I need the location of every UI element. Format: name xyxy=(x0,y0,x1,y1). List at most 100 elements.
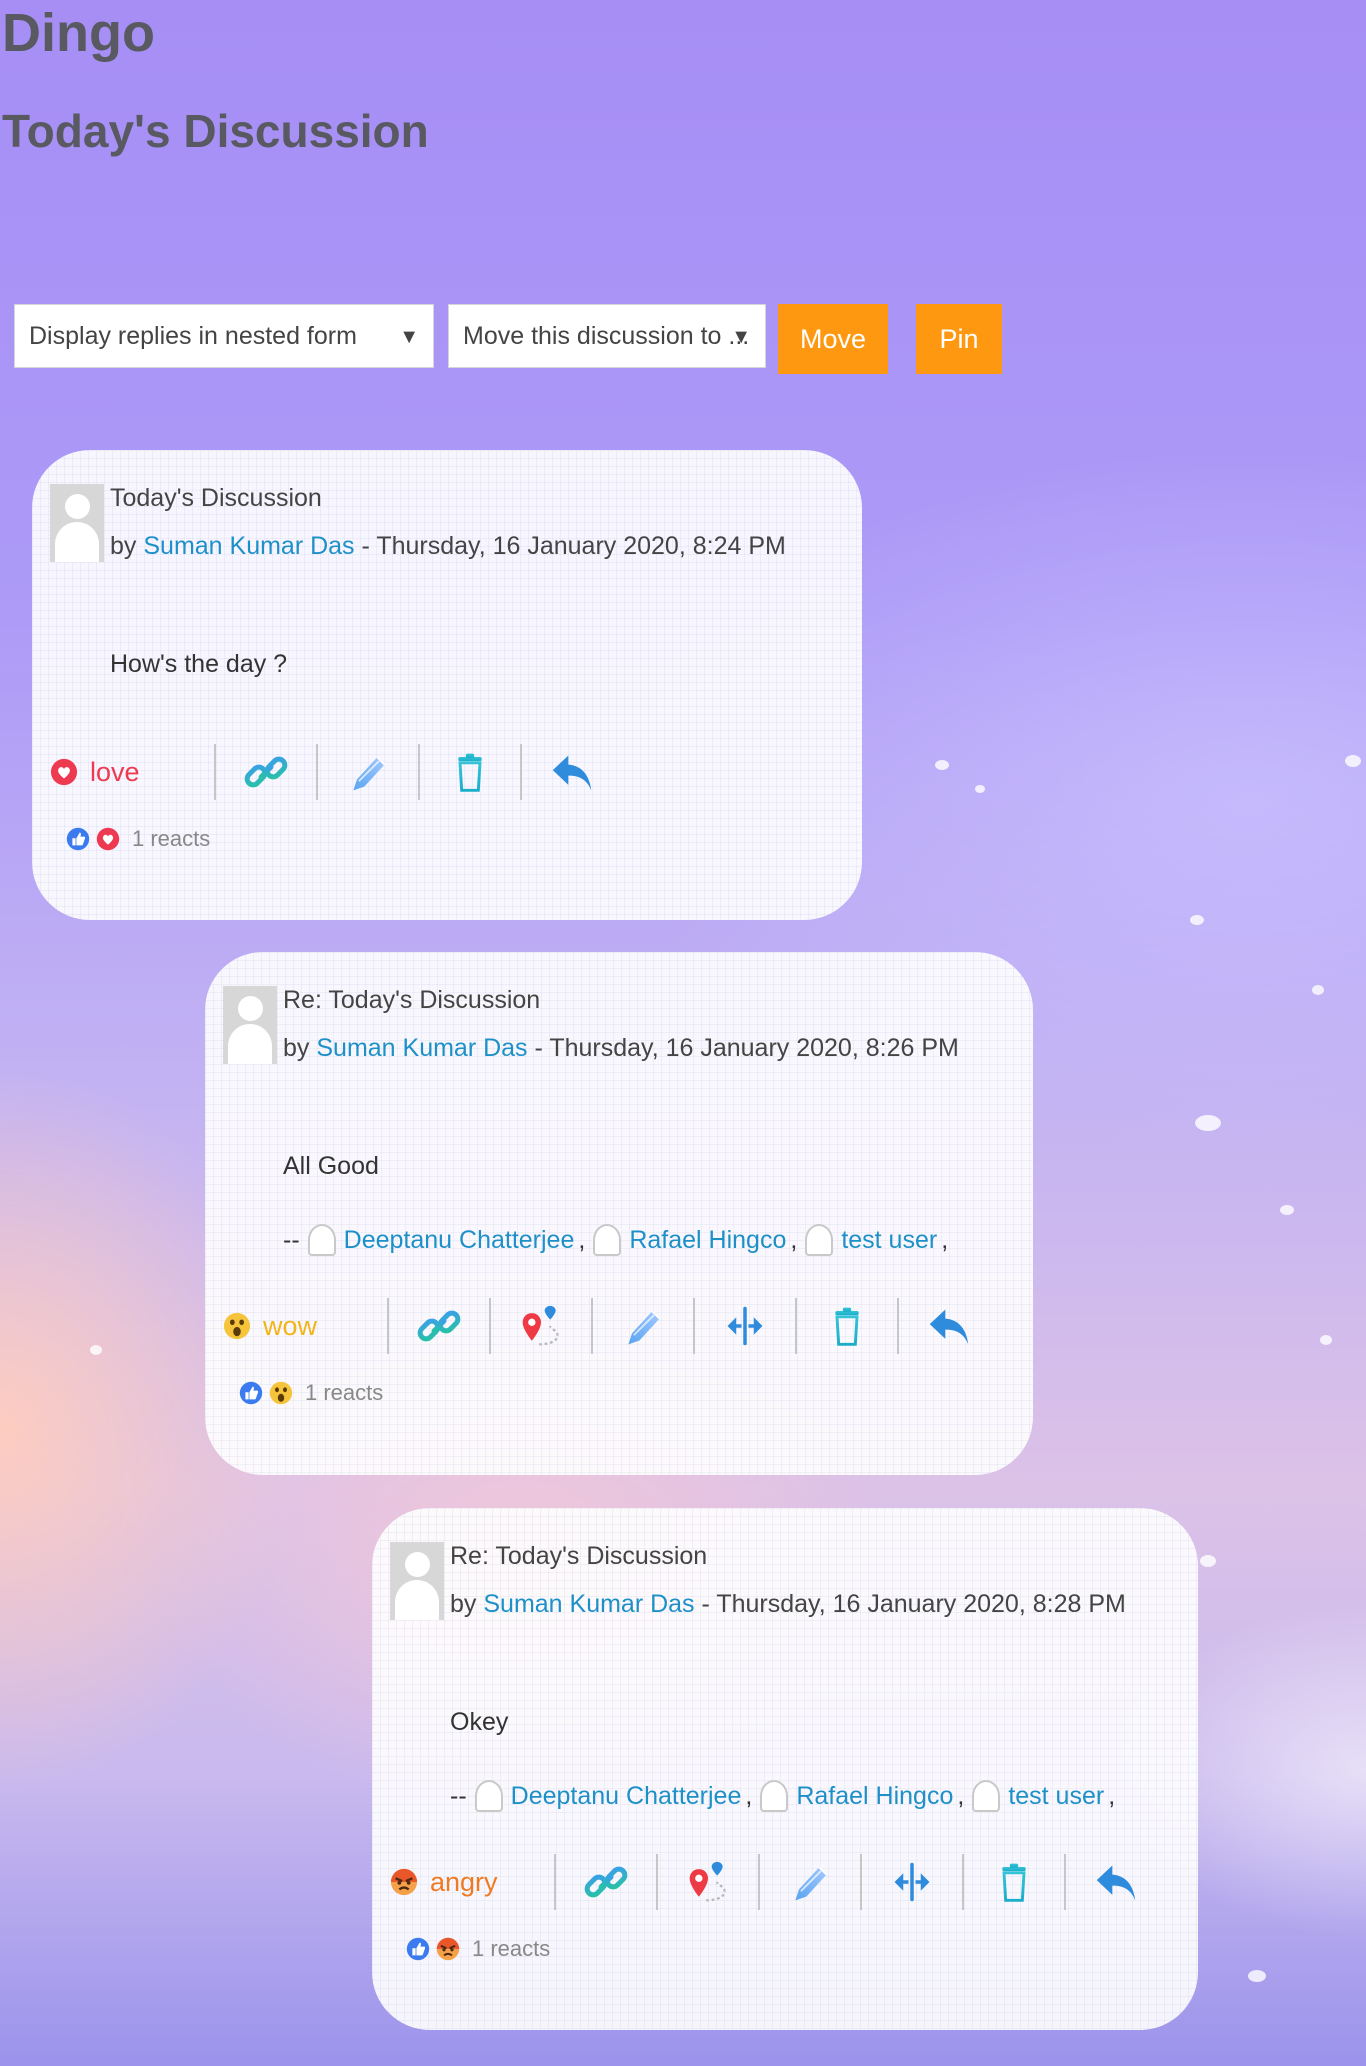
mentions-prefix: -- xyxy=(283,1225,300,1254)
divider xyxy=(758,1854,760,1910)
split-button[interactable] xyxy=(709,1294,781,1358)
pin-button[interactable]: Pin xyxy=(916,304,1002,374)
reply-button[interactable] xyxy=(913,1294,985,1358)
split-icon xyxy=(724,1298,766,1354)
divider xyxy=(520,744,522,800)
divider xyxy=(418,744,420,800)
split-button[interactable] xyxy=(876,1850,948,1914)
move-discussion-select[interactable]: Move this discussion to ... ▼ xyxy=(448,304,766,368)
post-date: - Thursday, 16 January 2020, 8:28 PM xyxy=(701,1590,1126,1618)
mini-avatar xyxy=(474,1780,503,1812)
post-message: Okey xyxy=(450,1708,509,1736)
background-dot xyxy=(1312,985,1324,995)
reacts-count: 1 reacts xyxy=(305,1380,384,1405)
permalink-button[interactable] xyxy=(230,740,302,804)
by-label: by xyxy=(283,1034,310,1062)
divider xyxy=(489,1298,491,1354)
reacts-summary[interactable]: 1 reacts xyxy=(66,826,210,852)
reaction-label: love xyxy=(90,756,140,787)
background-dot xyxy=(1190,915,1204,925)
avatar[interactable] xyxy=(223,986,277,1064)
heart-icon xyxy=(50,758,78,786)
divider xyxy=(795,1298,797,1354)
divider xyxy=(591,1298,593,1354)
divider xyxy=(860,1854,862,1910)
divider xyxy=(554,1854,556,1910)
reacts-count: 1 reacts xyxy=(472,1936,551,1961)
link-icon xyxy=(582,1854,630,1910)
by-label: by xyxy=(450,1590,477,1618)
divider xyxy=(387,1298,389,1354)
mention-link[interactable]: test user xyxy=(841,1226,937,1255)
mention-link[interactable]: Deeptanu Chatterjee xyxy=(511,1782,742,1811)
post-message: How's the day ? xyxy=(110,650,288,678)
background-dot xyxy=(1320,1335,1332,1345)
post-date: - Thursday, 16 January 2020, 8:24 PM xyxy=(361,532,786,560)
divider xyxy=(214,744,216,800)
divider xyxy=(962,1854,964,1910)
reply-arrow-icon xyxy=(550,749,594,795)
wow-face-icon xyxy=(269,1381,293,1405)
display-mode-select[interactable]: Display replies in nested form ▼ xyxy=(14,304,434,368)
edit-pencil-icon xyxy=(788,1856,832,1908)
link-icon xyxy=(415,1298,463,1354)
map-pin-icon xyxy=(686,1854,730,1910)
mentions-line: -- Deeptanu Chatterjee, Rafael Hingco, t… xyxy=(283,1224,948,1256)
divider xyxy=(693,1298,695,1354)
reacts-summary[interactable]: 1 reacts xyxy=(406,1936,550,1962)
move-button[interactable]: Move xyxy=(778,304,888,374)
author-link[interactable]: Suman Kumar Das xyxy=(316,1034,527,1062)
delete-trash-icon xyxy=(827,1298,867,1354)
reaction-button[interactable]: love xyxy=(50,757,200,788)
delete-button[interactable] xyxy=(811,1294,883,1358)
edit-pencil-icon xyxy=(346,746,390,798)
avatar[interactable] xyxy=(390,1542,444,1620)
mention-link[interactable]: Rafael Hingco xyxy=(796,1782,953,1811)
background-dot xyxy=(1280,1205,1294,1215)
mini-avatar xyxy=(307,1224,336,1256)
mention-link[interactable]: Rafael Hingco xyxy=(629,1226,786,1255)
mini-avatar xyxy=(593,1224,622,1256)
post-subject: Re: Today's Discussion xyxy=(450,1542,708,1570)
divider xyxy=(897,1298,899,1354)
angry-face-icon xyxy=(436,1937,460,1961)
avatar[interactable] xyxy=(50,484,104,562)
delete-trash-icon xyxy=(994,1854,1034,1910)
background-dot xyxy=(90,1345,102,1355)
reacts-summary[interactable]: 1 reacts xyxy=(239,1380,383,1406)
reacts-count: 1 reacts xyxy=(132,826,211,851)
page-heading: Today's Discussion xyxy=(2,105,429,157)
reaction-button[interactable]: wow xyxy=(223,1311,373,1342)
map-pin-icon xyxy=(519,1298,563,1354)
edit-button[interactable] xyxy=(607,1294,679,1358)
delete-button[interactable] xyxy=(978,1850,1050,1914)
thumbs-up-icon xyxy=(239,1381,263,1405)
mention-link[interactable]: Deeptanu Chatterjee xyxy=(344,1226,575,1255)
post-byline: by Suman Kumar Das - Thursday, 16 Januar… xyxy=(450,1590,1126,1619)
author-link[interactable]: Suman Kumar Das xyxy=(143,532,354,560)
split-icon xyxy=(891,1854,933,1910)
delete-button[interactable] xyxy=(434,740,506,804)
background-dot xyxy=(935,760,949,770)
mention-link[interactable]: test user xyxy=(1008,1782,1104,1811)
post-subject: Today's Discussion xyxy=(110,484,322,512)
reply-button[interactable] xyxy=(1080,1850,1152,1914)
location-button[interactable] xyxy=(505,1294,577,1358)
post-actions: wow xyxy=(223,1294,985,1358)
permalink-button[interactable] xyxy=(403,1294,475,1358)
reaction-button[interactable]: angry xyxy=(390,1867,540,1898)
author-link[interactable]: Suman Kumar Das xyxy=(483,1590,694,1618)
wow-face-icon xyxy=(223,1312,251,1340)
background-dot xyxy=(1200,1555,1216,1567)
reply-button[interactable] xyxy=(536,740,608,804)
divider xyxy=(1064,1854,1066,1910)
edit-pencil-icon xyxy=(621,1300,665,1352)
divider xyxy=(316,744,318,800)
edit-button[interactable] xyxy=(332,740,404,804)
site-title[interactable]: Dingo xyxy=(2,2,155,64)
permalink-button[interactable] xyxy=(570,1850,642,1914)
post-card: Re: Today's Discussion by Suman Kumar Da… xyxy=(372,1508,1198,2030)
location-button[interactable] xyxy=(672,1850,744,1914)
mentions-prefix: -- xyxy=(450,1781,467,1810)
edit-button[interactable] xyxy=(774,1850,846,1914)
